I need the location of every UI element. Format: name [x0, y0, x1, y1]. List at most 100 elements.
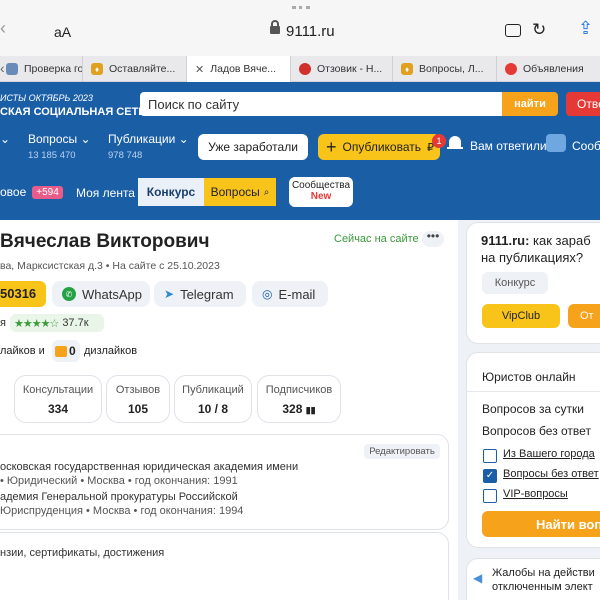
- tab-label: Проверка го...: [24, 63, 82, 75]
- tab-favicon: ♦: [401, 63, 413, 75]
- earned-button[interactable]: Уже заработали: [198, 134, 308, 160]
- edit-button[interactable]: Редактировать: [364, 444, 440, 459]
- tab-favicon: [299, 63, 311, 75]
- profile-name: Вячеслав Викторович: [0, 231, 210, 252]
- tab-label: Вопросы, Л...: [419, 63, 484, 75]
- lock-shackle: [271, 20, 279, 28]
- rating-chip[interactable]: ★★★★☆ 37.7к: [10, 314, 104, 332]
- tab-voprosy[interactable]: ♦ Вопросы, Л...: [392, 56, 496, 82]
- reader-icon[interactable]: [505, 24, 521, 37]
- filter-city-label[interactable]: Из Вашего города: [503, 448, 595, 460]
- messages-icon[interactable]: [546, 134, 566, 152]
- nav-new-label: овое: [0, 185, 27, 199]
- rating-value: 37.7к: [62, 317, 89, 329]
- tab-label: Объявления: [523, 63, 584, 75]
- dislikes-text: дизлайков: [84, 345, 138, 357]
- questions-no-answer: Вопросов без ответ: [482, 424, 591, 438]
- search-input[interactable]: Поиск по сайту: [140, 92, 502, 116]
- bell-icon[interactable]: [447, 134, 463, 152]
- nav-contest[interactable]: Конкурс: [138, 178, 204, 206]
- education-2-name: адемия Генеральной прокуратуры Российско…: [0, 491, 238, 503]
- dislikes-count: 0: [69, 344, 76, 358]
- stat-value-row: 328 ▮▮: [258, 402, 340, 416]
- stat-publications[interactable]: Публикаций 10 / 8: [174, 375, 252, 423]
- whatsapp-button[interactable]: ✆ WhatsApp: [52, 281, 150, 307]
- vipclub-button[interactable]: VipClub: [482, 304, 560, 328]
- publish-label: Опубликовать: [342, 140, 421, 154]
- tab-label: Отзовик - Н...: [317, 63, 383, 75]
- url-field[interactable]: 9111.ru: [286, 23, 335, 40]
- search-icon: ⌕: [263, 186, 270, 198]
- communities-label: Сообщества: [291, 180, 351, 191]
- stat-consultations[interactable]: Консультации 334: [14, 375, 102, 423]
- messages-link[interactable]: Сообщ: [572, 139, 600, 153]
- licenses-card[interactable]: [0, 532, 449, 600]
- phone-button[interactable]: 50316: [0, 281, 46, 307]
- filter-no-answer-label[interactable]: Вопросы без ответ: [503, 468, 599, 480]
- share-icon[interactable]: ⇪: [578, 18, 593, 39]
- email-button[interactable]: ◎ E-mail: [252, 281, 328, 307]
- telegram-button[interactable]: ➤ Telegram: [154, 281, 246, 307]
- rating-prefix: я: [0, 317, 6, 329]
- lawyers-online: Юристов онлайн: [482, 370, 576, 384]
- tab-obyavleniya[interactable]: Объявления: [496, 56, 600, 82]
- questions-menu[interactable]: Вопросы ⌄: [28, 132, 91, 146]
- contest-button[interactable]: Конкурс: [482, 272, 548, 294]
- publications-menu[interactable]: Публикации ⌄: [108, 132, 189, 146]
- licenses-title: нзии, сертификаты, достижения: [0, 547, 165, 559]
- tab-ladov[interactable]: ✕ Ладов Вяче...: [186, 56, 290, 82]
- stat-reviews[interactable]: Отзывов 105: [106, 375, 170, 423]
- new-badge: +594: [32, 185, 63, 199]
- email-icon: ◎: [262, 287, 273, 301]
- nav-communities[interactable]: Сообщества New: [289, 177, 353, 207]
- earn-title-text: как зараб: [529, 233, 591, 248]
- stat-subscribers[interactable]: Подписчиков 328 ▮▮: [257, 375, 341, 423]
- tab-label: Оставляйте...: [109, 63, 176, 75]
- dots-icon[interactable]: [292, 6, 310, 10]
- chevron-down-icon: ⌄: [80, 132, 91, 146]
- tab-close-icon[interactable]: ✕: [195, 63, 204, 76]
- answered-link[interactable]: Вам ответили: [470, 139, 547, 153]
- questions-count: 13 185 470: [28, 150, 76, 161]
- tab-ostavlyayte[interactable]: ♦ Оставляйте...: [82, 56, 186, 82]
- tab-favicon: [6, 63, 18, 75]
- reload-icon[interactable]: ↻: [532, 20, 546, 40]
- more-button[interactable]: •••: [422, 230, 444, 247]
- chevron-down-icon: ⌄: [178, 132, 189, 146]
- megaphone-icon: ◀: [473, 571, 483, 585]
- profile-location: ва, Марксистская д.3 • На сайте с 25.10.…: [0, 260, 220, 272]
- filter-vip-label[interactable]: VIP-вопросы: [503, 488, 568, 500]
- nav-questions[interactable]: Вопросы ⌕: [204, 178, 276, 206]
- publish-button[interactable]: + Опубликовать ₽: [318, 134, 440, 160]
- search-button[interactable]: найти: [502, 92, 558, 116]
- communities-new-badge: New: [310, 191, 332, 202]
- tab-favicon: [505, 63, 517, 75]
- find-questions-button[interactable]: Найти вопр: [482, 511, 600, 537]
- nav-feed[interactable]: Моя лента: [76, 186, 135, 200]
- filter-no-answer-checkbox[interactable]: ✓: [483, 469, 497, 483]
- answer-button[interactable]: Отве: [566, 92, 600, 116]
- divider: [466, 391, 600, 392]
- tab-otzovik[interactable]: Отзовик - Н...: [290, 56, 392, 82]
- nav-new[interactable]: овое +594: [0, 185, 63, 199]
- tab-proverka[interactable]: Проверка го...: [0, 56, 82, 82]
- tab-favicon: ♦: [91, 63, 103, 75]
- filter-vip-checkbox[interactable]: [483, 489, 497, 503]
- orange-button[interactable]: От: [568, 304, 600, 328]
- earn-title: 9111.ru: как зараб: [481, 233, 591, 248]
- complaints-card[interactable]: [466, 558, 600, 600]
- questions-label: Вопросы: [28, 132, 78, 146]
- text-size-button[interactable]: aA: [54, 24, 71, 40]
- whatsapp-icon: ✆: [62, 287, 76, 301]
- education-1-name: осковская государственная юридическая ак…: [0, 461, 299, 473]
- filter-city-checkbox[interactable]: [483, 449, 497, 463]
- chevron-down-icon[interactable]: ⌄: [0, 132, 10, 146]
- online-status: Сейчас на сайте: [334, 233, 419, 245]
- header-tagline: ИСТЫ ОКТЯБРЬ 2023: [0, 93, 93, 103]
- stat-label: Подписчиков: [265, 384, 333, 396]
- email-label: E-mail: [278, 286, 316, 302]
- dislike-chip[interactable]: 0: [52, 340, 80, 362]
- site-header: ИСТЫ ОКТЯБРЬ 2023 СКАЯ СОЦИАЛЬНАЯ СЕТЬ П…: [0, 82, 600, 220]
- thumbs-down-icon: [55, 345, 67, 357]
- back-icon[interactable]: ‹: [0, 18, 6, 39]
